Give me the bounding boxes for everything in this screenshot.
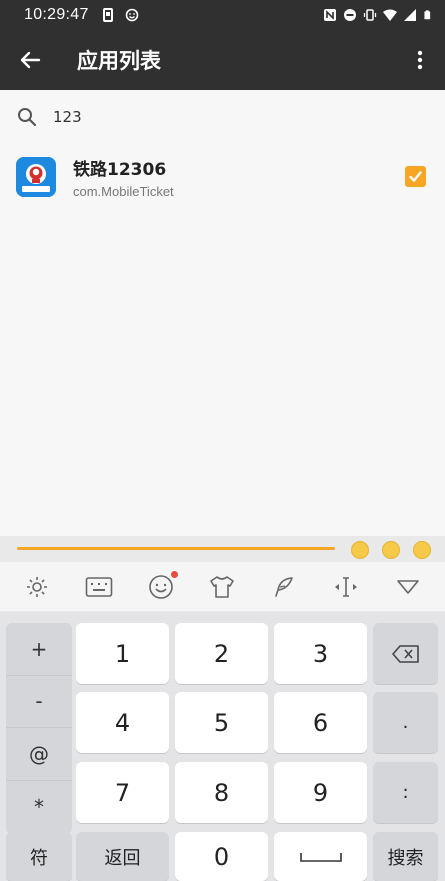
emoji-button[interactable] xyxy=(146,570,178,602)
check-icon xyxy=(409,171,422,182)
key-dot[interactable]: . xyxy=(373,692,438,753)
notification-dot xyxy=(170,570,178,578)
cursor-move-icon xyxy=(335,576,358,597)
numeric-keyboard: + - @ * 1 2 3 4 5 6 . 7 8 9 : 符 返回 0 搜索 xyxy=(0,612,445,881)
keyboard-progress-strip xyxy=(0,536,445,562)
key-5[interactable]: 5 xyxy=(175,692,268,753)
railway-logo-icon xyxy=(16,157,56,197)
signal-icon xyxy=(404,9,416,21)
key-4[interactable]: 4 xyxy=(76,692,169,753)
key-2[interactable]: 2 xyxy=(175,623,268,684)
tshirt-icon xyxy=(210,575,235,598)
key-1[interactable]: 1 xyxy=(76,623,169,684)
wifi-icon xyxy=(383,9,397,21)
key-minus[interactable]: - xyxy=(6,676,72,728)
keyboard-settings-button[interactable] xyxy=(22,572,52,602)
app-package: com.MobileTicket xyxy=(73,184,174,199)
hide-keyboard-button[interactable] xyxy=(393,572,423,602)
space-button[interactable] xyxy=(274,832,367,881)
key-7[interactable]: 7 xyxy=(76,762,169,823)
return-button[interactable]: 返回 xyxy=(76,832,169,881)
backspace-button[interactable] xyxy=(373,623,438,684)
key-6[interactable]: 6 xyxy=(274,692,367,753)
key-9[interactable]: 9 xyxy=(274,762,367,823)
skin-button[interactable] xyxy=(207,572,237,602)
more-vertical-icon xyxy=(417,50,423,70)
backspace-icon xyxy=(391,644,419,663)
key-3[interactable]: 3 xyxy=(274,623,367,684)
dnd-icon xyxy=(344,9,356,21)
handwriting-button[interactable] xyxy=(269,572,299,602)
keyboard-icon xyxy=(85,576,113,597)
app-name: 铁路12306 xyxy=(73,160,167,180)
coin-icon xyxy=(382,541,400,559)
back-button[interactable] xyxy=(0,30,60,90)
page-title: 应用列表 xyxy=(77,49,161,73)
gear-icon xyxy=(26,576,47,597)
smiley-icon xyxy=(148,574,173,599)
status-time: 10:29:47 xyxy=(24,6,89,23)
symbols-button[interactable]: 符 xyxy=(6,832,72,881)
more-options-button[interactable] xyxy=(395,30,445,90)
search-icon xyxy=(18,108,37,127)
key-0[interactable]: 0 xyxy=(175,832,268,881)
list-item[interactable]: 铁路12306 com.MobileTicket xyxy=(0,146,445,208)
keyboard-toolbar xyxy=(0,562,445,612)
app-checkbox[interactable] xyxy=(405,166,426,187)
nfc-icon xyxy=(324,9,336,21)
smiley-status-icon xyxy=(125,8,138,22)
key-8[interactable]: 8 xyxy=(175,762,268,823)
triangle-down-icon xyxy=(397,579,419,594)
coin-icon xyxy=(351,541,369,559)
coin-icon xyxy=(413,541,431,559)
keyboard-layout-button[interactable] xyxy=(84,572,114,602)
key-plus[interactable]: + xyxy=(6,623,72,676)
search-key-button[interactable]: 搜索 xyxy=(373,832,438,881)
key-asterisk[interactable]: * xyxy=(6,781,72,834)
status-bar: 10:29:47 xyxy=(0,0,445,30)
vibrate-icon xyxy=(363,9,377,21)
symbol-column: + - @ * xyxy=(6,623,72,834)
space-icon xyxy=(299,852,342,862)
battery-icon xyxy=(424,10,431,20)
feather-icon xyxy=(275,576,294,597)
arrow-left-icon xyxy=(20,51,41,69)
progress-bar xyxy=(17,547,335,550)
key-at[interactable]: @ xyxy=(6,728,72,781)
search-bar xyxy=(0,90,445,144)
app-bar: 应用列表 xyxy=(0,30,445,90)
search-input[interactable] xyxy=(53,108,393,126)
notification-icon xyxy=(102,8,113,22)
key-colon[interactable]: : xyxy=(373,762,438,823)
cursor-move-button[interactable] xyxy=(331,572,361,602)
app-icon-12306 xyxy=(16,157,56,197)
